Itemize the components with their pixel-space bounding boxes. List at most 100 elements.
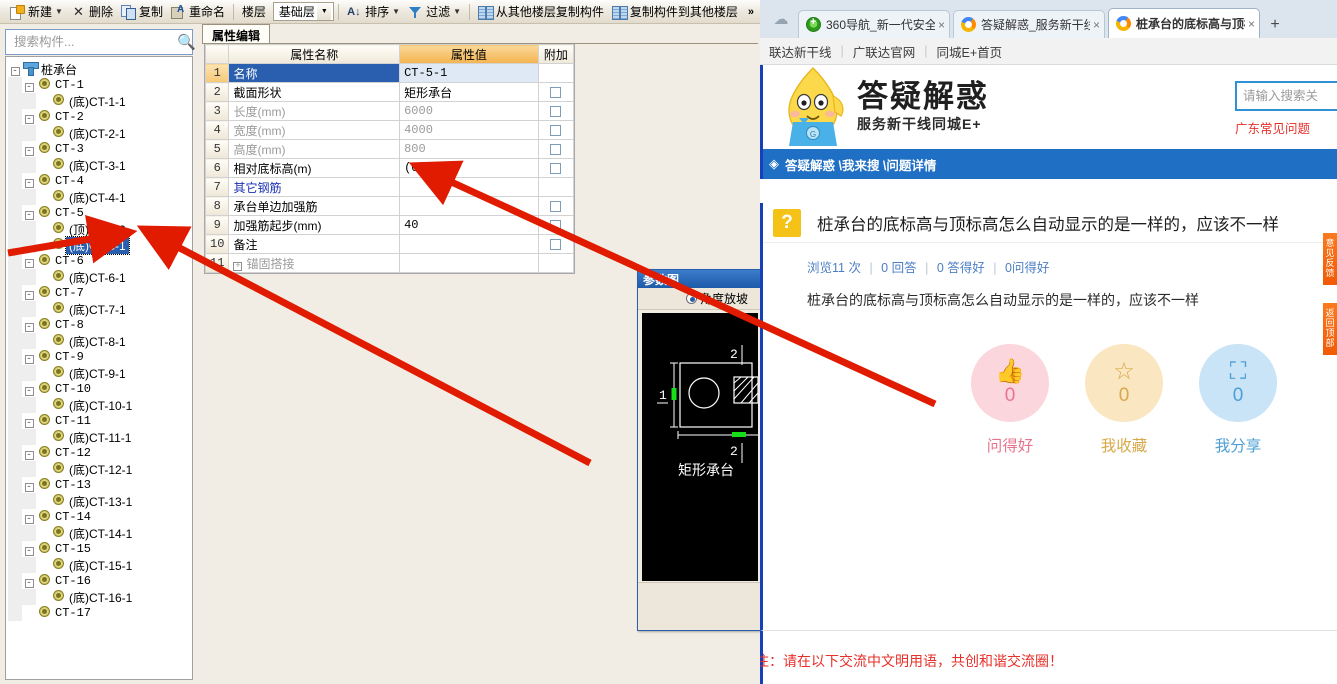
sort-button[interactable]: A↓ 排序 ▼	[343, 1, 404, 23]
component-search-box[interactable]: 🔍	[5, 29, 196, 55]
property-row[interactable]: 8 承台单边加强筋	[204, 196, 575, 216]
component-tree-panel[interactable]: - 桩承台 - CT-1 (底)CT-1-1- CT-2 (底)CT-2-1- CT-3 (底)…	[5, 56, 193, 680]
browser-tab-2[interactable]: 桩承台的底标高与顶标 ×	[1108, 8, 1260, 38]
tree-node-(底)CT-16-1[interactable]: (底)CT-16-1	[8, 589, 192, 605]
tree-node-CT-1[interactable]: - CT-1	[8, 77, 192, 93]
copy-from-other-floor-button[interactable]: 从其他楼层复制构件	[474, 1, 608, 23]
close-icon[interactable]: ×	[938, 18, 945, 32]
tree-node-(底)CT-3-1[interactable]: (底)CT-3-1	[8, 157, 192, 173]
action-share-circle[interactable]: ⛶ 0	[1199, 344, 1277, 422]
property-value-cell[interactable]: 800	[399, 139, 539, 159]
property-row[interactable]: 11 + 锚固搭接	[204, 253, 575, 273]
close-icon[interactable]: ×	[1248, 17, 1255, 31]
tree-node-CT-4[interactable]: - CT-4	[8, 173, 192, 189]
tree-node-CT-5[interactable]: - CT-5	[8, 205, 192, 221]
tree-node-(底)CT-12-1[interactable]: (底)CT-12-1	[8, 461, 192, 477]
property-value-cell[interactable]: 4000	[399, 120, 539, 140]
action-favorite[interactable]: ☆ 0 我收藏	[1085, 344, 1163, 456]
tree-node-CT-11[interactable]: - CT-11	[8, 413, 192, 429]
property-append-cell[interactable]	[537, 82, 575, 102]
close-icon[interactable]: ×	[1093, 18, 1100, 32]
expander-toggle[interactable]: -	[22, 254, 36, 268]
property-append-cell[interactable]	[537, 158, 575, 178]
expander-toggle[interactable]: -	[22, 78, 36, 92]
append-checkbox[interactable]	[550, 201, 562, 213]
property-row[interactable]: 2 截面形状 矩形承台	[204, 82, 575, 102]
expander-toggle[interactable]: -	[22, 286, 36, 300]
cloud-icon[interactable]: ☁	[764, 0, 798, 38]
tree-node-CT-10[interactable]: - CT-10	[8, 381, 192, 397]
floor-select[interactable]: 基础层 ▼	[272, 2, 335, 21]
property-row[interactable]: 10 备注	[204, 234, 575, 254]
parameter-diagram-dialog[interactable]: 参数图 角度放坡 2 1 2 矩形承台	[637, 269, 761, 631]
property-row[interactable]: 1 名称 CT-5-1	[204, 63, 575, 83]
link-xinganxian[interactable]: 联达新干线	[760, 42, 841, 61]
angle-slope-radio[interactable]	[686, 293, 697, 304]
good-question-count[interactable]: 0问得好	[1005, 261, 1049, 275]
filter-button[interactable]: 过滤 ▼	[404, 1, 465, 23]
action-good-question-circle[interactable]: 👍 0	[971, 344, 1049, 422]
tree-node-(底)CT-6-1[interactable]: (底)CT-6-1	[8, 269, 192, 285]
expander-toggle[interactable]: -	[22, 414, 36, 428]
site-search-input[interactable]	[1235, 81, 1337, 111]
tree-node-CT-8[interactable]: - CT-8	[8, 317, 192, 333]
property-value-cell[interactable]: (0)	[399, 158, 539, 178]
append-checkbox[interactable]	[550, 106, 562, 118]
tree-node-(底)CT-10-1[interactable]: (底)CT-10-1	[8, 397, 192, 413]
property-row[interactable]: 3 长度(mm) 6000	[204, 101, 575, 121]
action-share[interactable]: ⛶ 0 我分享	[1199, 344, 1277, 456]
property-row[interactable]: 9 加强筋起步(mm) 40	[204, 215, 575, 235]
property-value-cell[interactable]	[399, 253, 539, 273]
property-value-cell[interactable]: 矩形承台	[399, 82, 539, 102]
new-tab-button[interactable]: +	[1263, 12, 1287, 38]
faq-link[interactable]: 广东常见问题	[1235, 118, 1337, 137]
tree-node-(底)CT-9-1[interactable]: (底)CT-9-1	[8, 365, 192, 381]
property-append-cell[interactable]	[537, 177, 575, 197]
search-icon[interactable]: 🔍	[177, 35, 196, 50]
action-favorite-circle[interactable]: ☆ 0	[1085, 344, 1163, 422]
property-value-cell[interactable]: 6000	[399, 101, 539, 121]
property-append-cell[interactable]	[537, 234, 575, 254]
property-value-cell[interactable]	[399, 196, 539, 216]
expander-toggle[interactable]: -	[22, 510, 36, 524]
property-value-cell[interactable]	[399, 177, 539, 197]
property-value-cell[interactable]: 40	[399, 215, 539, 235]
tree-node-CT-14[interactable]: - CT-14	[8, 509, 192, 525]
tree-node-CT-12[interactable]: - CT-12	[8, 445, 192, 461]
tree-node-(底)CT-13-1[interactable]: (底)CT-13-1	[8, 493, 192, 509]
tree-node-(底)CT-2-1[interactable]: (底)CT-2-1	[8, 125, 192, 141]
expander-toggle[interactable]: -	[22, 206, 36, 220]
tree-node-CT-16[interactable]: - CT-16	[8, 573, 192, 589]
tree-node-(底)CT-14-1[interactable]: (底)CT-14-1	[8, 525, 192, 541]
expander-toggle[interactable]: -	[22, 110, 36, 124]
property-value-cell[interactable]	[399, 234, 539, 254]
tree-node-CT-7[interactable]: - CT-7	[8, 285, 192, 301]
property-append-cell[interactable]	[537, 63, 575, 83]
append-checkbox[interactable]	[550, 220, 562, 232]
append-checkbox[interactable]	[550, 239, 562, 251]
property-append-cell[interactable]	[537, 101, 575, 121]
append-checkbox[interactable]	[550, 125, 562, 137]
expander-toggle[interactable]: -	[22, 142, 36, 156]
property-row[interactable]: 5 高度(mm) 800	[204, 139, 575, 159]
toolbar-overflow-button[interactable]: »	[742, 6, 760, 18]
rename-button[interactable]: 重命名	[167, 1, 229, 23]
copy-button[interactable]: 复制	[117, 1, 167, 23]
link-glodon-official[interactable]: 广联达官网	[844, 42, 925, 61]
property-row[interactable]: 6 相对底标高(m) (0)	[204, 158, 575, 178]
expander-toggle[interactable]: -	[22, 382, 36, 396]
expander-toggle[interactable]: -	[8, 62, 22, 76]
tree-node-CT-15[interactable]: - CT-15	[8, 541, 192, 557]
tree-node-(底)CT-5-1[interactable]: (底)CT-5-1	[8, 235, 192, 255]
delete-button[interactable]: ✕ 删除	[67, 1, 117, 23]
property-value-cell[interactable]: CT-5-1	[399, 63, 539, 83]
tree-node-CT-13[interactable]: - CT-13	[8, 477, 192, 493]
expander-toggle[interactable]: +	[233, 261, 243, 271]
tree-node-(底)CT-11-1[interactable]: (底)CT-11-1	[8, 429, 192, 445]
side-tab-feedback[interactable]: 意 见 反 馈	[1323, 233, 1337, 285]
property-append-cell[interactable]	[537, 215, 575, 235]
property-grid[interactable]: 属性名称 属性值 附加 1 名称 CT-5-1 2 截面形状 矩形承台 3 长度(mm) 600…	[204, 44, 575, 274]
search-input[interactable]	[6, 34, 177, 50]
tree-node-CT-17[interactable]: CT-17	[8, 605, 192, 621]
good-answer-count[interactable]: 0 答得好	[937, 261, 985, 275]
